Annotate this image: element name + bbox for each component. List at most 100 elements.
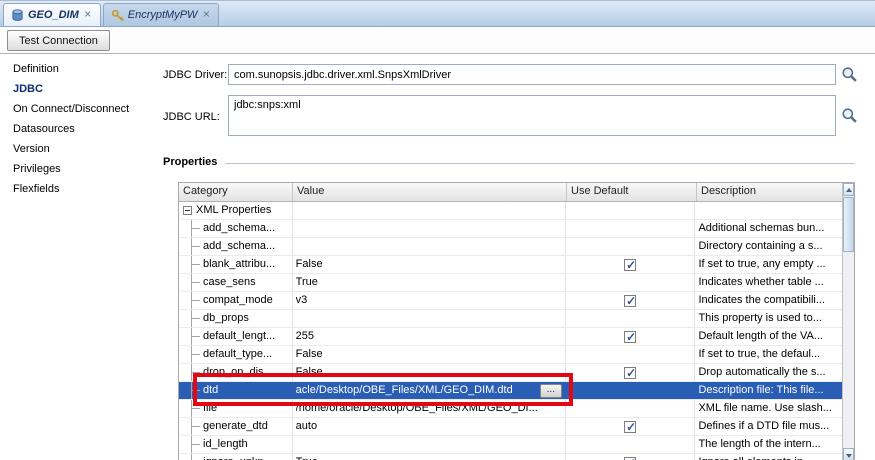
use-default-cell[interactable] [566, 310, 696, 327]
use-default-cell[interactable] [566, 202, 696, 219]
table-row[interactable]: compat_mode v3 Indicates the compatibili..… [179, 292, 842, 310]
tree-collapse-icon[interactable] [183, 206, 192, 215]
table-row[interactable]: add_schema... Additional schemas bun... [179, 220, 842, 238]
checkbox-checked-icon[interactable] [624, 293, 636, 309]
table-row[interactable]: default_type... False If set to true, the … [179, 346, 842, 364]
close-icon[interactable] [201, 9, 211, 21]
category-label: generate_dtd [203, 420, 268, 432]
value-text: False [295, 258, 323, 270]
column-header-category[interactable]: Category [179, 183, 293, 201]
checkbox-checked-icon[interactable] [624, 455, 636, 460]
value-cell[interactable]: v3 [293, 292, 566, 309]
table-row[interactable]: default_lengt... 255 Default length of the… [179, 328, 842, 346]
jdbc-url-input[interactable]: jdbc:snps:xml [228, 95, 836, 136]
value-cell[interactable]: True [293, 454, 566, 460]
value-cell[interactable]: True [293, 274, 566, 291]
value-cell[interactable] [293, 238, 566, 255]
category-cell: add_schema... [179, 220, 293, 237]
test-connection-button[interactable]: Test Connection [7, 30, 110, 51]
use-default-cell[interactable] [566, 328, 696, 345]
checkbox-checked-icon[interactable] [624, 419, 636, 435]
table-row[interactable]: add_schema... Directory containing a s... [179, 238, 842, 256]
value-cell[interactable] [293, 310, 566, 327]
table-row[interactable]: file/home/oracle/Desktop/OBE_Files/XML/G… [179, 400, 842, 418]
use-default-cell[interactable] [566, 400, 696, 417]
value-text: auto [295, 420, 318, 432]
checkbox-checked-icon[interactable] [624, 329, 636, 345]
use-default-cell[interactable] [566, 274, 696, 291]
use-default-cell[interactable] [566, 238, 696, 255]
checkbox-checked-icon[interactable] [624, 365, 636, 381]
tree-connector-icon [182, 292, 203, 309]
tab-geo-dim[interactable]: GEO_DIM [3, 3, 101, 26]
close-icon[interactable] [83, 9, 93, 21]
category-label: XML Properties [196, 204, 272, 216]
tree-connector-icon [182, 328, 203, 345]
sidebar-item-jdbc[interactable]: JDBC [0, 79, 158, 99]
use-default-cell[interactable] [566, 292, 696, 309]
value-cell[interactable]: False [293, 256, 566, 273]
use-default-cell[interactable] [566, 454, 696, 460]
description-cell: Indicates whether table ... [698, 276, 824, 288]
scroll-down-icon[interactable] [843, 448, 854, 460]
use-default-cell[interactable] [566, 346, 696, 363]
category-label: ignore_unkn... [203, 454, 273, 460]
tab-label: GEO_DIM [28, 9, 79, 21]
sidebar-item-on-connect-disconnect[interactable]: On Connect/Disconnect [0, 99, 158, 119]
sidebar-item-flexfields[interactable]: Flexfields [0, 179, 158, 199]
table-row[interactable]: id_length The length of the intern... [179, 436, 842, 454]
value-cell[interactable] [293, 436, 566, 453]
tab-encryptmypw[interactable]: EncryptMyPW [102, 3, 220, 26]
data-server-editor-window: GEO_DIM EncryptMyPW Test Connection Defi… [0, 0, 875, 460]
vertical-scrollbar[interactable] [842, 183, 854, 460]
column-header-use-default[interactable]: Use Default [567, 183, 697, 201]
table-row[interactable]: blank_attribu... False If set to true, any… [179, 256, 842, 274]
use-default-cell[interactable] [566, 220, 696, 237]
search-url-icon[interactable] [841, 107, 858, 124]
scrollbar-thumb[interactable] [843, 197, 854, 252]
use-default-cell[interactable] [566, 382, 696, 399]
category-label: compat_mode [203, 294, 273, 306]
value-cell[interactable]: 255 [293, 328, 566, 345]
value-cell[interactable] [293, 202, 566, 219]
description-cell: Drop automatically the s... [698, 366, 826, 378]
table-row[interactable]: drop_on_dis... False Drop automatically th… [179, 364, 842, 382]
value-cell[interactable]: acle/Desktop/OBE_Files/XML/GEO_DIM.dtd..… [293, 382, 566, 399]
use-default-cell[interactable] [566, 256, 696, 273]
browse-button[interactable]: ... [539, 383, 562, 398]
description-cell: The length of the intern... [698, 438, 821, 450]
tree-connector-icon [182, 364, 203, 381]
table-row[interactable]: case_sens True Indicates whether table ... [179, 274, 842, 292]
value-cell[interactable]: False [293, 346, 566, 363]
table-row[interactable]: ignore_unkn... True Ignore all elements in… [179, 454, 842, 460]
jdbc-driver-input[interactable] [228, 64, 836, 85]
use-default-cell[interactable] [566, 436, 696, 453]
sidebar-item-version[interactable]: Version [0, 139, 158, 159]
column-header-value[interactable]: Value [293, 183, 567, 201]
table-row[interactable]: XML Properties [179, 202, 842, 220]
table-row[interactable]: dtd acle/Desktop/OBE_Files/XML/GEO_DIM.dt… [179, 382, 842, 400]
checkbox-checked-icon[interactable] [624, 257, 636, 273]
value-text: v3 [295, 294, 308, 306]
scroll-up-icon[interactable] [843, 183, 854, 196]
description-cell: Description file: This file... [698, 384, 824, 396]
table-row[interactable]: db_props This property is used to... [179, 310, 842, 328]
sidebar-item-definition[interactable]: Definition [0, 59, 158, 79]
category-label: default_type... [203, 348, 273, 360]
value-cell[interactable] [293, 220, 566, 237]
section-divider [225, 162, 855, 164]
category-label: add_schema... [203, 222, 276, 234]
value-text: /home/oracle/Desktop/OBE_Files/XML/GEO_D… [295, 402, 538, 414]
value-cell[interactable]: False [293, 364, 566, 381]
value-cell[interactable]: /home/oracle/Desktop/OBE_Files/XML/GEO_D… [293, 400, 566, 417]
value-text: False [295, 348, 323, 360]
sidebar-item-datasources[interactable]: Datasources [0, 119, 158, 139]
search-driver-icon[interactable] [841, 66, 858, 83]
table-row[interactable]: generate_dtd auto Defines if a DTD file mu… [179, 418, 842, 436]
sidebar-item-privileges[interactable]: Privileges [0, 159, 158, 179]
use-default-cell[interactable] [566, 364, 696, 381]
properties-title: Properties [163, 156, 218, 168]
use-default-cell[interactable] [566, 418, 696, 435]
value-cell[interactable]: auto [293, 418, 566, 435]
column-header-description[interactable]: Description [697, 183, 844, 201]
